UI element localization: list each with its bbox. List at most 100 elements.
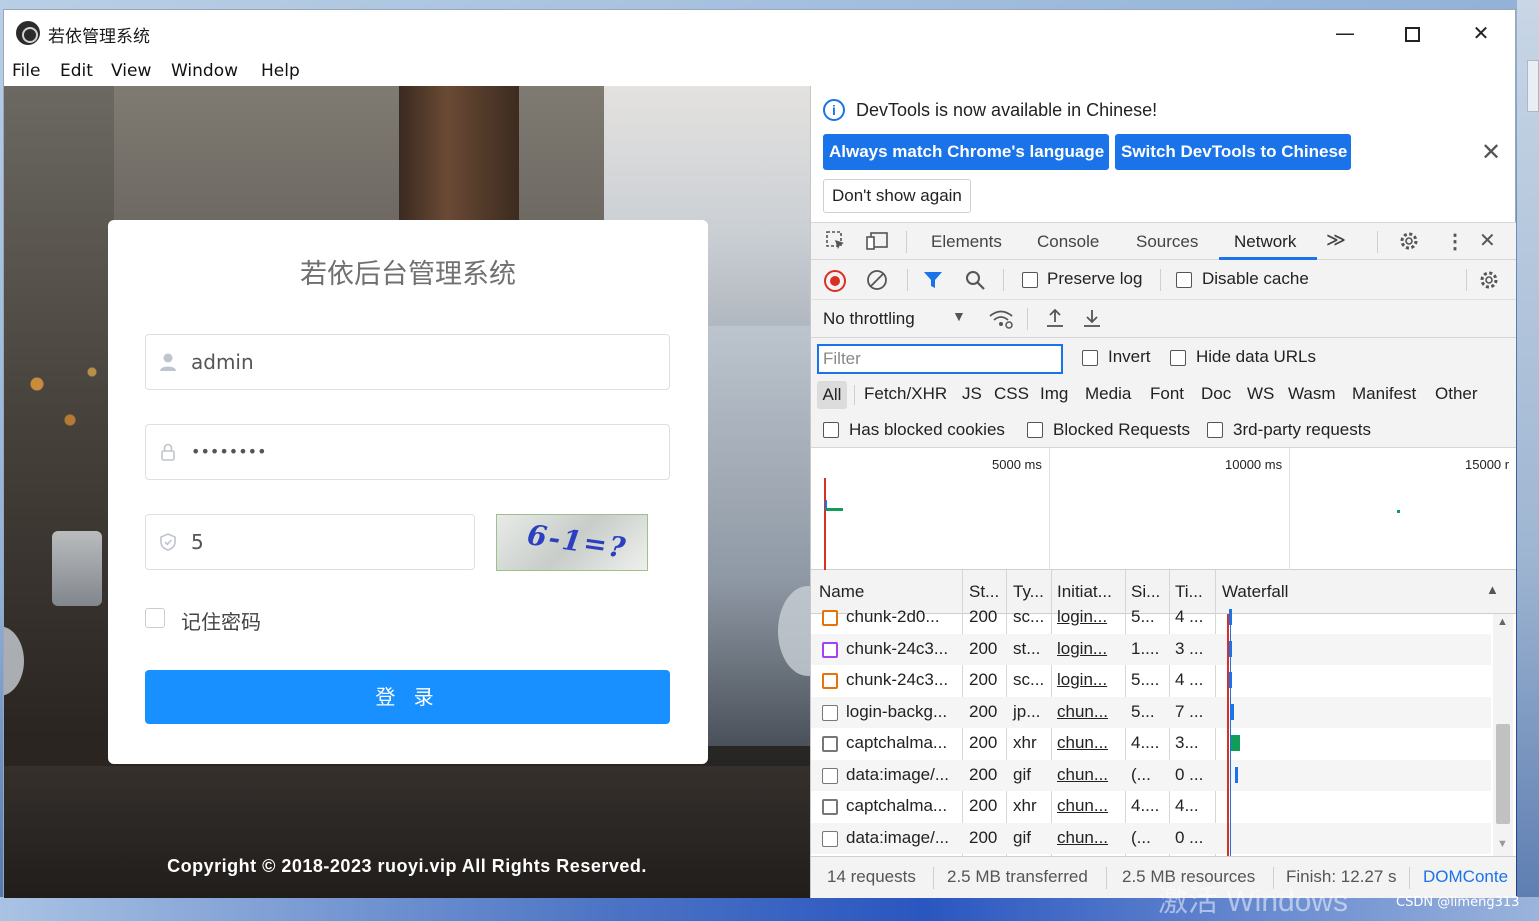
table-row[interactable]: data:image/... 200 gif chun... (... 0 ... xyxy=(811,822,1491,854)
menu-file[interactable]: File xyxy=(12,61,40,81)
table-row[interactable]: data:image/... 200 gif chun... (... 0 ... xyxy=(811,759,1491,791)
settings-gear-icon[interactable] xyxy=(1398,230,1420,257)
menu-window[interactable]: Window xyxy=(171,61,238,81)
table-row[interactable]: captchalma... 200 xhr chun... 4.... 3... xyxy=(811,728,1491,759)
menu-edit[interactable]: Edit xyxy=(60,61,93,81)
device-toolbar-icon[interactable] xyxy=(865,230,889,257)
type-filter-media[interactable]: Media xyxy=(1085,384,1131,404)
col-name[interactable]: Name xyxy=(819,582,864,602)
table-row[interactable]: chunk-24c3... 200 sc... login... 5.... 4 ... xyxy=(811,665,1491,696)
more-options-icon[interactable]: ⋮ xyxy=(1445,229,1465,254)
cell-initiator[interactable]: chun... xyxy=(1057,733,1108,753)
menu-view[interactable]: View xyxy=(111,61,151,81)
switch-to-chinese-button[interactable]: Switch DevTools to Chinese xyxy=(1115,134,1351,170)
type-filter-all[interactable]: All xyxy=(817,381,847,409)
cell-type: gif xyxy=(1013,827,1031,847)
cell-initiator[interactable]: login... xyxy=(1057,670,1107,690)
dont-show-again-button[interactable]: Don't show again xyxy=(823,179,971,213)
captcha-input[interactable]: 5 xyxy=(145,514,475,570)
upload-icon[interactable] xyxy=(1044,307,1066,334)
inspect-element-icon[interactable] xyxy=(825,230,847,257)
cell-initiator[interactable]: chun... xyxy=(1057,702,1108,722)
cell-initiator[interactable]: chun... xyxy=(1057,765,1108,785)
type-filter-css[interactable]: CSS xyxy=(994,384,1029,404)
table-row[interactable]: login-backg... 200 jp... chun... 5... 7 ... xyxy=(811,696,1491,728)
minimize-button[interactable]: — xyxy=(1325,16,1365,50)
waterfall-bar xyxy=(1231,735,1240,751)
table-row[interactable]: chunk-24c3... 200 st... login... 1.... 3 ... xyxy=(811,633,1491,665)
filter-funnel-icon[interactable] xyxy=(922,269,944,296)
hide-data-urls-checkbox[interactable] xyxy=(1170,350,1186,366)
preserve-log-checkbox[interactable] xyxy=(1022,272,1038,288)
more-tabs-icon[interactable]: ≫ xyxy=(1326,229,1346,252)
cell-name: chunk-24c3... xyxy=(846,670,949,689)
col-type[interactable]: Ty... xyxy=(1013,582,1044,602)
username-input[interactable]: admin xyxy=(145,334,670,390)
disable-cache-checkbox[interactable] xyxy=(1176,272,1192,288)
tab-elements[interactable]: Elements xyxy=(931,232,1002,252)
network-overview-timeline[interactable]: 5000 ms 10000 ms 15000 r xyxy=(811,448,1516,570)
login-button[interactable]: 登 录 xyxy=(145,670,670,724)
type-filter-doc[interactable]: Doc xyxy=(1201,384,1231,404)
type-filter-fetch-xhr[interactable]: Fetch/XHR xyxy=(864,384,947,404)
record-stop-icon[interactable] xyxy=(824,270,846,292)
table-row[interactable]: chunk-2d0... 200 sc... login... 5... 4 ... xyxy=(811,602,1491,633)
third-party-checkbox[interactable] xyxy=(1207,422,1223,438)
type-filter-img[interactable]: Img xyxy=(1040,384,1068,404)
blocked-requests-checkbox[interactable] xyxy=(1027,422,1043,438)
chevron-down-icon[interactable]: ▼ xyxy=(952,308,966,324)
network-conditions-icon[interactable] xyxy=(988,308,1014,335)
table-row[interactable]: captchalma... 200 xhr chun... 4.... 4... xyxy=(811,791,1491,822)
type-filter-wasm[interactable]: Wasm xyxy=(1288,384,1336,404)
title-bar: 若依管理系统 — ✕ xyxy=(4,10,1515,56)
filter-input[interactable]: Filter xyxy=(817,344,1063,374)
cell-initiator[interactable]: chun... xyxy=(1057,828,1108,848)
remember-checkbox[interactable] xyxy=(145,608,165,628)
has-blocked-cookies-checkbox[interactable] xyxy=(823,422,839,438)
tab-sources[interactable]: Sources xyxy=(1136,232,1198,252)
col-status[interactable]: St... xyxy=(969,582,999,602)
password-input[interactable]: •••••••• xyxy=(145,424,670,480)
search-icon[interactable] xyxy=(964,269,986,296)
col-waterfall[interactable]: Waterfall xyxy=(1222,582,1288,602)
close-window-button[interactable]: ✕ xyxy=(1461,16,1501,50)
cell-time: 3... xyxy=(1175,733,1199,752)
col-time[interactable]: Ti... xyxy=(1175,582,1203,602)
col-size[interactable]: Si... xyxy=(1131,582,1160,602)
has-blocked-cookies-label: Has blocked cookies xyxy=(849,420,1005,439)
tab-console[interactable]: Console xyxy=(1037,232,1099,252)
menu-help[interactable]: Help xyxy=(261,61,300,81)
always-match-language-button[interactable]: Always match Chrome's language xyxy=(823,134,1109,170)
background-lights xyxy=(4,336,114,456)
filter-toolbar: Filter Invert Hide data URLs All Fetch/X… xyxy=(811,338,1516,448)
cell-initiator[interactable]: login... xyxy=(1057,639,1107,659)
cell-initiator[interactable]: login... xyxy=(1057,607,1107,627)
download-icon[interactable] xyxy=(1081,307,1103,334)
maximize-button[interactable] xyxy=(1392,16,1432,50)
invert-label: Invert xyxy=(1108,347,1151,366)
type-filter-other[interactable]: Other xyxy=(1435,384,1478,404)
type-filter-manifest[interactable]: Manifest xyxy=(1352,384,1416,404)
clear-icon[interactable] xyxy=(866,269,888,296)
table-scrollbar[interactable]: ▲ ▼ xyxy=(1493,614,1513,856)
throttling-select[interactable]: No throttling xyxy=(823,309,915,329)
invert-checkbox[interactable] xyxy=(1082,350,1098,366)
network-settings-gear-icon[interactable] xyxy=(1478,269,1500,296)
captcha-image[interactable]: 6-1=? xyxy=(496,514,648,571)
background-window-edge xyxy=(1527,60,1539,112)
close-notice-icon[interactable]: ✕ xyxy=(1481,138,1501,167)
type-filter-font[interactable]: Font xyxy=(1150,384,1184,404)
cell-time: 4... xyxy=(1175,796,1199,815)
type-filter-ws[interactable]: WS xyxy=(1247,384,1274,404)
waterfall-bar xyxy=(1231,703,1234,720)
scroll-up-icon[interactable]: ▲ xyxy=(1497,616,1508,628)
tab-network[interactable]: Network xyxy=(1234,232,1296,252)
cell-initiator[interactable]: chun... xyxy=(1057,796,1108,816)
col-initiator[interactable]: Initiat... xyxy=(1057,582,1112,602)
type-filter-js[interactable]: JS xyxy=(962,384,982,404)
close-devtools-icon[interactable]: ✕ xyxy=(1479,228,1496,253)
status-requests: 14 requests xyxy=(827,867,916,886)
sort-up-icon[interactable]: ▲ xyxy=(1486,582,1499,597)
scrollbar-thumb[interactable] xyxy=(1496,724,1510,824)
scroll-down-icon[interactable]: ▼ xyxy=(1497,838,1508,850)
